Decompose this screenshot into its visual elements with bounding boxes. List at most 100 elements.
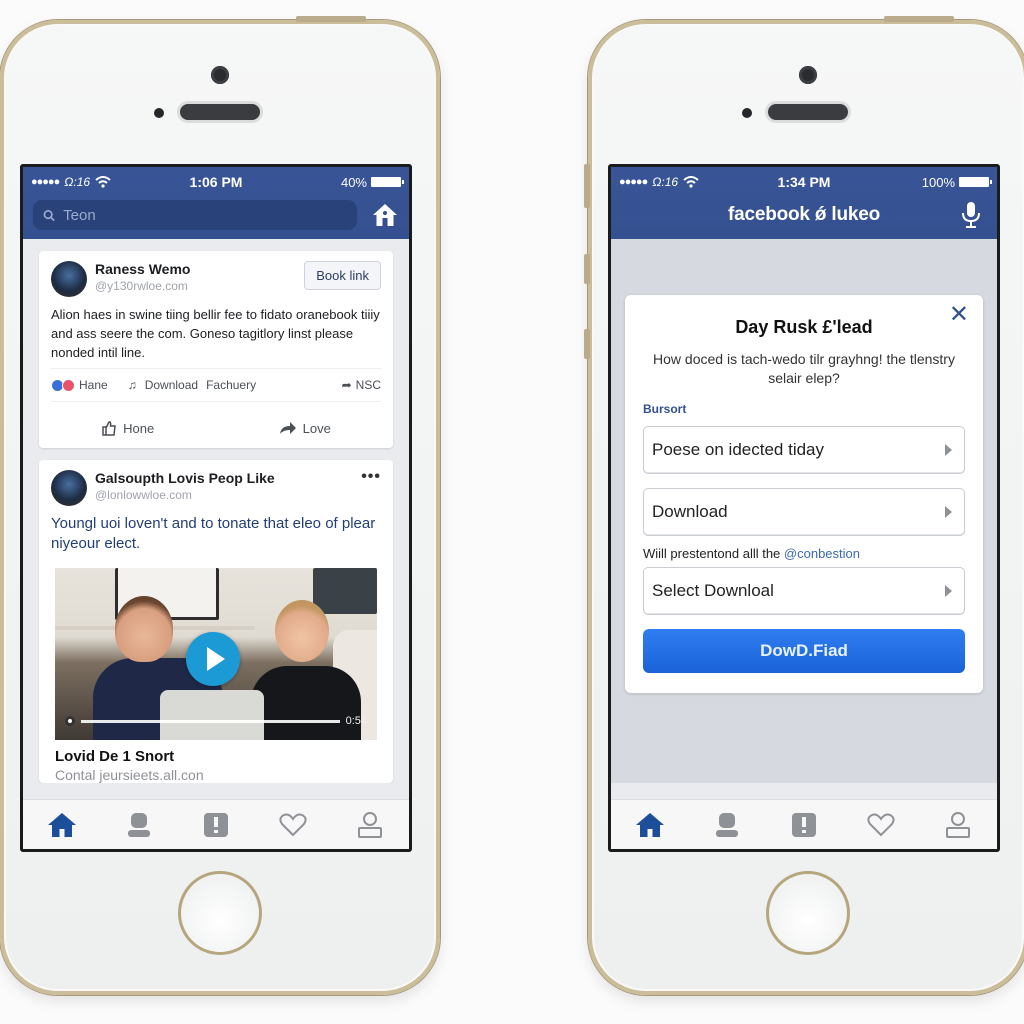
proximity-sensor bbox=[154, 108, 164, 118]
post-author[interactable]: Raness Wemo bbox=[95, 261, 296, 278]
tab-friends[interactable] bbox=[707, 805, 747, 845]
post-author[interactable]: Galsoupth Lovis Peop Like bbox=[95, 470, 353, 487]
post-actions: Hone Love bbox=[39, 410, 393, 448]
more-options-button[interactable]: ••• bbox=[361, 468, 381, 486]
tab-likes[interactable] bbox=[273, 805, 313, 845]
scrubber-track[interactable] bbox=[81, 719, 340, 723]
feed-post: Galsoupth Lovis Peop Like @lonlowwloe.co… bbox=[39, 460, 393, 783]
right-phone: ●●●●● Ω:16 1:34 PM 100% facebook ǿ lukeo bbox=[584, 16, 1024, 995]
app-header: ●●●●● Ω:16 1:06 PM 40% bbox=[23, 167, 409, 239]
chevron-right-icon bbox=[945, 444, 952, 456]
note-text: Wiill prestentond alll the bbox=[643, 546, 784, 561]
share-label: Love bbox=[302, 420, 331, 436]
earpiece-speaker bbox=[768, 104, 848, 120]
signal-icon: ●●●●● bbox=[619, 176, 648, 188]
play-button[interactable] bbox=[186, 632, 240, 686]
share-arrow-icon bbox=[279, 422, 296, 434]
top-nav bbox=[23, 197, 409, 239]
reactions-label[interactable]: Hane bbox=[79, 378, 108, 392]
dialog-title: Day Rusk £'lead bbox=[735, 317, 873, 337]
option-label: Download bbox=[652, 502, 728, 521]
post-meta-row: Hane ♫ Download Fachuery ➦ NSC bbox=[51, 368, 381, 402]
tab-bar bbox=[23, 799, 409, 849]
home-icon bbox=[635, 812, 664, 837]
mute-switch bbox=[584, 164, 590, 208]
battery-icon bbox=[959, 177, 992, 187]
thumbs-up-icon bbox=[102, 421, 117, 436]
tab-likes[interactable] bbox=[861, 805, 901, 845]
top-nav: facebook ǿ lukeo bbox=[611, 197, 997, 239]
power-button bbox=[296, 16, 366, 22]
option-label: Poese on idected tiday bbox=[652, 440, 825, 459]
carrier-label: Ω:16 bbox=[64, 175, 91, 189]
download-button[interactable]: DowD.Fiad bbox=[643, 629, 965, 673]
front-camera bbox=[799, 66, 817, 84]
left-phone: ●●●●● Ω:16 1:06 PM 40% Teon Raness Wemo … bbox=[0, 16, 440, 995]
download-dialog: ✕ Day Rusk £'lead How doced is tach-wedo… bbox=[625, 295, 983, 693]
home-hardware-button[interactable] bbox=[178, 871, 262, 955]
tab-bar bbox=[611, 799, 997, 849]
avatar[interactable] bbox=[51, 470, 87, 506]
video-duration: 0:54 bbox=[345, 715, 367, 727]
close-button[interactable]: ✕ bbox=[949, 303, 969, 327]
dialog-note: Wiill prestentond alll the @conbestion bbox=[643, 546, 965, 561]
tab-home[interactable] bbox=[630, 805, 670, 845]
modal-backdrop[interactable]: ✕ Day Rusk £'lead How doced is tach-wedo… bbox=[611, 239, 997, 783]
avatar[interactable] bbox=[51, 261, 87, 297]
download-link[interactable]: Download bbox=[145, 378, 198, 392]
tab-notifications[interactable] bbox=[196, 805, 236, 845]
video-scrubber[interactable]: 0:54 bbox=[65, 715, 367, 727]
video-scene-board bbox=[313, 568, 377, 614]
post-text: Alion haes in swine tiing bellir fee to … bbox=[51, 307, 380, 360]
search-icon bbox=[43, 209, 55, 221]
select-download-dropdown[interactable]: Select Downloal bbox=[643, 567, 965, 615]
scrubber-handle[interactable] bbox=[65, 716, 75, 726]
option-select[interactable]: Poese on idected tiday bbox=[643, 426, 965, 474]
carrier-label: Ω:16 bbox=[652, 175, 679, 189]
heart-icon bbox=[867, 813, 895, 836]
home-icon bbox=[373, 204, 397, 226]
signal-icon: ●●●●● bbox=[31, 176, 60, 188]
volume-down-button bbox=[584, 329, 590, 359]
search-input[interactable] bbox=[63, 206, 347, 224]
tab-profile[interactable] bbox=[350, 805, 390, 845]
video-player[interactable]: 0:54 bbox=[55, 568, 377, 740]
tab-profile[interactable] bbox=[938, 805, 978, 845]
music-note-icon: ♫ bbox=[127, 378, 137, 392]
proximity-sensor bbox=[742, 108, 752, 118]
notification-icon bbox=[203, 812, 228, 837]
power-button bbox=[884, 16, 954, 22]
tab-friends[interactable] bbox=[119, 805, 159, 845]
share-count[interactable]: NSC bbox=[356, 378, 381, 392]
like-button[interactable]: Hone bbox=[101, 420, 154, 436]
share-arrow-icon: ➦ bbox=[341, 378, 352, 392]
notification-icon bbox=[791, 812, 816, 837]
category-link[interactable]: Fachuery bbox=[206, 378, 256, 392]
profile-icon bbox=[946, 811, 971, 838]
select-value: Select Downloal bbox=[652, 581, 774, 600]
mention-link[interactable]: @conbestion bbox=[784, 546, 860, 561]
love-reaction-icon bbox=[62, 378, 75, 392]
post-handle: @lonlowwloe.com bbox=[95, 488, 192, 502]
reaction-icons[interactable] bbox=[51, 378, 75, 392]
download-option-select[interactable]: Download bbox=[643, 488, 965, 536]
status-bar: ●●●●● Ω:16 1:06 PM 40% bbox=[23, 167, 409, 197]
video-title[interactable]: Lovid De 1 Snort bbox=[39, 740, 393, 765]
post-text: Youngl uoi loven't and to tonate that el… bbox=[51, 515, 376, 552]
dialog-section-label: Bursort bbox=[643, 402, 687, 416]
share-button[interactable]: Love bbox=[279, 420, 331, 436]
earpiece-speaker bbox=[180, 104, 260, 120]
home-hardware-button[interactable] bbox=[766, 871, 850, 955]
voice-search-button[interactable] bbox=[957, 201, 985, 229]
tab-home[interactable] bbox=[42, 805, 82, 845]
home-shortcut-button[interactable] bbox=[371, 201, 399, 229]
video-source: Contal jeursieets.all.con bbox=[55, 767, 204, 783]
video-scene-person bbox=[275, 600, 329, 662]
people-icon bbox=[127, 812, 150, 837]
search-bar[interactable] bbox=[33, 200, 357, 230]
tab-notifications[interactable] bbox=[784, 805, 824, 845]
book-link-button[interactable]: Book link bbox=[304, 261, 381, 290]
volume-up-button bbox=[584, 254, 590, 284]
front-camera bbox=[211, 66, 229, 84]
app-header: ●●●●● Ω:16 1:34 PM 100% facebook ǿ lukeo bbox=[611, 167, 997, 239]
